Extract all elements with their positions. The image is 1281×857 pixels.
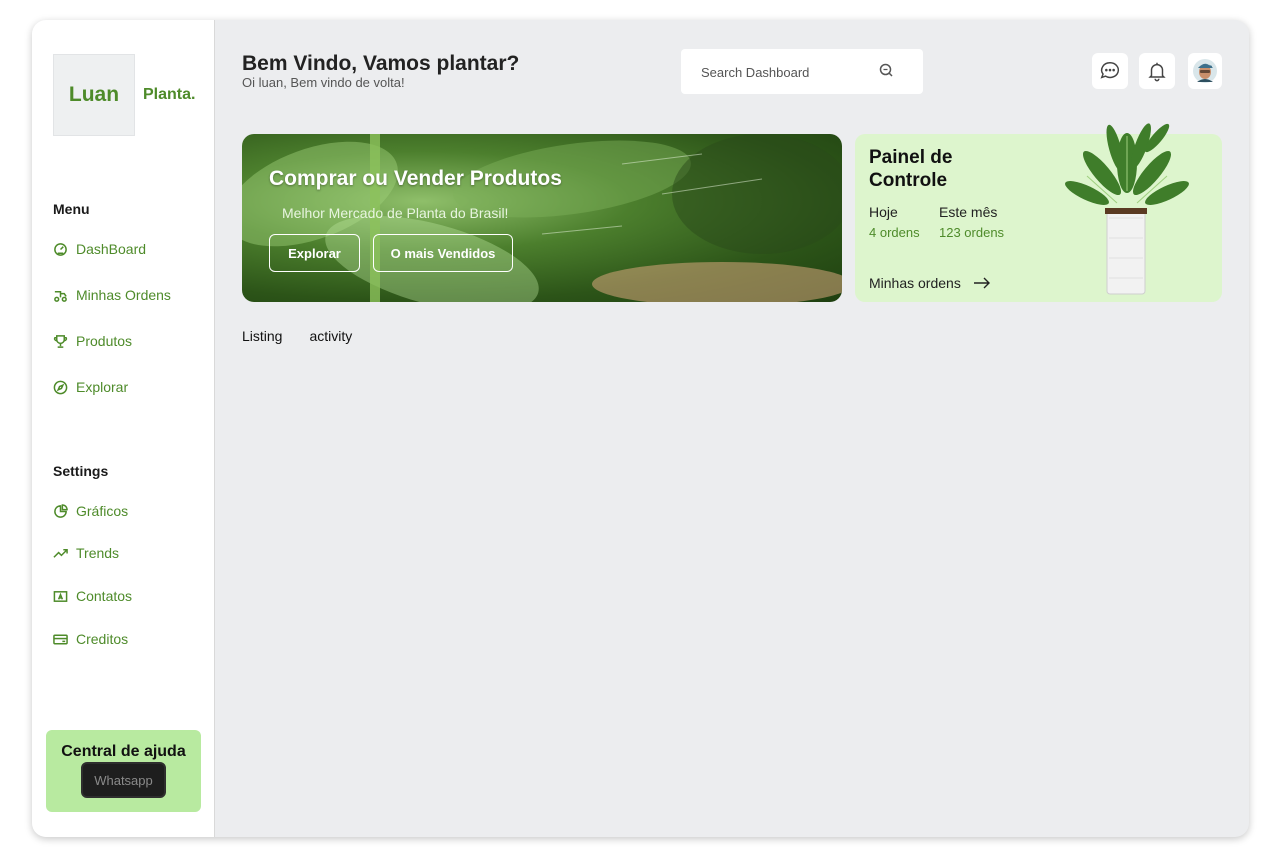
stat-month-label: Este mês xyxy=(939,204,998,220)
explore-button[interactable]: Explorar xyxy=(269,234,360,272)
logo[interactable]: Luan xyxy=(53,54,135,136)
sidebar-item-label: Explorar xyxy=(76,379,129,395)
logo-text: Luan xyxy=(68,83,120,106)
sidebar-item-explore[interactable]: Explorar xyxy=(53,379,128,395)
banner-subtitle: Melhor Mercado de Planta do Brasil! xyxy=(282,205,509,221)
sidebar-item-label: Produtos xyxy=(76,333,133,349)
sidebar-item-label: Creditos xyxy=(76,631,129,647)
sidebar: Luan Planta. Menu DashBoard Minhas Orden… xyxy=(32,20,215,837)
best-sellers-button[interactable]: O mais Vendidos xyxy=(373,234,513,272)
arrow-right-icon xyxy=(973,277,990,289)
page-title: Bem Vindo, Vamos plantar? xyxy=(242,52,520,75)
trend-up-icon xyxy=(53,548,68,558)
menu-section-title: Menu xyxy=(53,201,90,217)
sidebar-item-label: Trends xyxy=(76,545,120,561)
stat-today-label: Hoje xyxy=(869,204,898,220)
search-input[interactable] xyxy=(701,61,871,83)
search-icon[interactable] xyxy=(878,62,894,78)
dashboard-icon xyxy=(54,242,67,256)
help-center-card: Central de ajuda Whatsapp xyxy=(46,730,201,812)
user-avatar-icon xyxy=(1193,59,1217,83)
sidebar-item-trends[interactable]: Trends xyxy=(53,545,119,561)
compass-icon xyxy=(53,380,68,394)
sidebar-item-products[interactable]: Produtos xyxy=(53,333,132,349)
stat-today-value: 4 ordens xyxy=(869,225,920,240)
orders-icon xyxy=(54,290,67,302)
sidebar-item-contacts[interactable]: Contatos xyxy=(53,588,132,604)
sidebar-item-orders[interactable]: Minhas Ordens xyxy=(53,287,171,303)
sidebar-item-credits[interactable]: Creditos xyxy=(53,631,128,647)
content-tabs: Listing activity xyxy=(242,328,352,344)
messages-button[interactable] xyxy=(1092,53,1128,89)
sidebar-item-dashboard[interactable]: DashBoard xyxy=(53,241,146,257)
tab-listing[interactable]: Listing xyxy=(242,328,282,344)
stat-month-value: 123 ordens xyxy=(939,225,1005,240)
sidebar-item-label: DashBoard xyxy=(76,241,147,257)
potted-plant-image xyxy=(1065,123,1189,295)
sidebar-item-label: Gráficos xyxy=(76,503,129,519)
app-window: Luan Planta. Menu DashBoard Minhas Orden… xyxy=(32,20,1249,837)
page-subtitle: Oi luan, Bem vindo de volta! xyxy=(242,75,405,90)
chat-icon xyxy=(1100,62,1119,79)
brand-name: Planta. xyxy=(143,86,196,103)
whatsapp-button[interactable]: Whatsapp xyxy=(81,762,166,798)
pie-chart-icon xyxy=(54,503,68,518)
notifications-button[interactable] xyxy=(1139,53,1175,89)
contact-card-icon xyxy=(53,590,68,602)
control-panel-title: Painel de Controle xyxy=(869,147,953,191)
settings-section-title: Settings xyxy=(53,463,109,479)
search-bar xyxy=(681,49,923,94)
my-orders-label: Minhas ordens xyxy=(869,275,961,291)
sidebar-item-label: Minhas Ordens xyxy=(76,287,171,303)
my-orders-link[interactable]: Minhas ordens xyxy=(869,275,991,291)
tab-activity[interactable]: activity xyxy=(309,328,352,344)
credit-card-icon xyxy=(53,634,68,644)
promo-banner: Comprar ou Vender Produtos Melhor Mercad… xyxy=(242,134,842,302)
sidebar-item-charts[interactable]: Gráficos xyxy=(53,503,128,519)
sidebar-item-label: Contatos xyxy=(76,588,133,604)
trophy-icon xyxy=(53,334,68,348)
avatar[interactable] xyxy=(1188,53,1222,89)
bell-icon xyxy=(1148,62,1166,82)
help-center-title: Central de ajuda xyxy=(61,743,186,760)
banner-title: Comprar ou Vender Produtos xyxy=(269,167,562,190)
